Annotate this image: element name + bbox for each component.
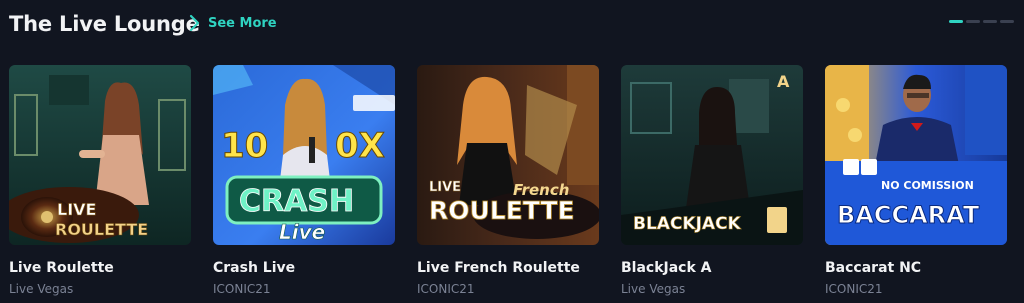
game-tile-live-roulette[interactable]: LIVE ROULETTE bbox=[9, 65, 191, 245]
game-thumbnail-baccarat-nc: NO COMISSION BACCARAT bbox=[825, 65, 1007, 245]
art-line: CRASH bbox=[239, 184, 354, 219]
game-tile-baccarat-nc[interactable]: NO COMISSION BACCARAT bbox=[825, 65, 1007, 245]
section-header: The Live Lounge bbox=[9, 9, 200, 39]
carousel-pager bbox=[949, 20, 1014, 23]
pager-dot[interactable] bbox=[949, 20, 963, 23]
art-line: ROULETTE bbox=[429, 196, 575, 225]
game-thumbnail-crash-live: 10 0X CRASH Live bbox=[213, 65, 395, 245]
game-title[interactable]: Live Roulette bbox=[9, 260, 114, 276]
chevron-right-icon bbox=[189, 14, 200, 32]
game-tile-crash-live[interactable]: 10 0X CRASH Live bbox=[213, 65, 395, 245]
pager-dot[interactable] bbox=[1000, 20, 1014, 23]
game-tile-blackjack-a[interactable]: A BLACKJACK bbox=[621, 65, 803, 245]
art-line: Live bbox=[279, 220, 325, 244]
game-provider: ICONIC21 bbox=[417, 282, 475, 296]
pager-dot[interactable] bbox=[983, 20, 997, 23]
art-line: ROULETTE bbox=[55, 220, 148, 239]
art-line: 0X bbox=[335, 126, 385, 166]
see-more-link[interactable]: See More bbox=[188, 13, 277, 33]
game-provider: ICONIC21 bbox=[213, 282, 271, 296]
art-line: A bbox=[777, 72, 790, 91]
see-more-label: See More bbox=[208, 15, 277, 31]
art-line: BLACKJACK bbox=[633, 214, 742, 234]
game-provider: Live Vegas bbox=[621, 282, 686, 296]
art-line: 10 bbox=[221, 126, 268, 166]
game-title[interactable]: Crash Live bbox=[213, 260, 295, 276]
game-thumbnail-live-roulette: LIVE ROULETTE bbox=[9, 65, 191, 245]
pager-dot[interactable] bbox=[966, 20, 980, 23]
game-title[interactable]: Live French Roulette bbox=[417, 260, 580, 276]
game-thumbnail-blackjack-a: A BLACKJACK bbox=[621, 65, 803, 245]
game-thumbnail-live-french-roulette: LIVE French ROULETTE bbox=[417, 65, 599, 245]
art-line: NO COMISSION bbox=[881, 179, 974, 192]
game-provider: ICONIC21 bbox=[825, 282, 883, 296]
art-line: LIVE bbox=[57, 200, 96, 219]
game-title[interactable]: Baccarat NC bbox=[825, 260, 921, 276]
game-tile-live-french-roulette[interactable]: LIVE French ROULETTE bbox=[417, 65, 599, 245]
art-line: LIVE bbox=[429, 180, 461, 195]
game-provider: Live Vegas bbox=[9, 282, 74, 296]
game-title[interactable]: BlackJack A bbox=[621, 260, 712, 276]
section-title: The Live Lounge bbox=[9, 12, 200, 36]
art-line: BACCARAT bbox=[837, 201, 980, 229]
